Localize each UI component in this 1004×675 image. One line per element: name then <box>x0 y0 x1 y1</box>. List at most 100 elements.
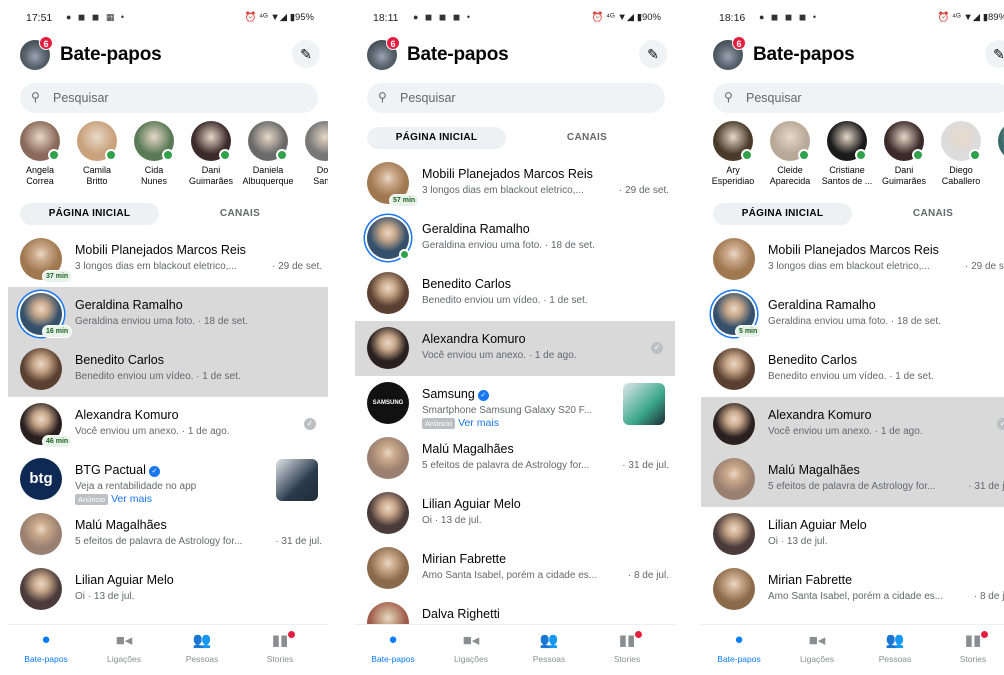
chat-preview: Smartphone Samsung Galaxy S20 F... <box>422 405 593 416</box>
chat-name-text: Alexandra Komuro <box>75 408 179 422</box>
active-contact[interactable]: Dani Guimarães <box>183 121 239 186</box>
chat-row[interactable]: 37 min Mobili Planejados Marcos Reis 3 lon… <box>8 232 328 287</box>
notification-icons: ● ◼ ◼ ◼ • <box>413 12 473 22</box>
chat-row[interactable]: Alexandra Komuro Você enviou um anexo. · … <box>355 321 675 376</box>
chat-preview: 5 efeitos de palavra de Astrology for... <box>422 460 590 471</box>
nav-item-stories[interactable]: ▮▮ Stories <box>245 631 315 664</box>
nav-item-pessoas[interactable]: 👥 Pessoas <box>514 631 584 664</box>
active-contact[interactable]: Daniela Albuquerque <box>240 121 296 186</box>
nav-item-liga-es[interactable]: ■◂ Ligações <box>436 631 506 664</box>
sponsored-row[interactable]: SAMSUNG Samsung ✓ Smartphone Samsung Galaxy… <box>355 376 675 431</box>
new-story-dot <box>635 631 642 638</box>
nav-item-liga-es[interactable]: ■◂ Ligações <box>89 631 159 664</box>
chat-row[interactable]: 46 min Alexandra Komuro Você enviou um ane… <box>8 397 328 452</box>
chat-row[interactable]: Mobili Planejados Marcos Reis 3 longos di… <box>701 232 1004 287</box>
chat-name-text: Mobili Planejados Marcos Reis <box>75 243 246 257</box>
see-more-link[interactable]: Ver mais <box>458 417 499 429</box>
nav-item-bate-papos[interactable]: ● Bate-papos <box>704 631 774 664</box>
compose-button[interactable]: ✎ <box>985 40 1004 68</box>
nav-item-stories[interactable]: ▮▮ Stories <box>592 631 662 664</box>
chat-row[interactable]: Lilian Aguiar Melo Oi · 13 de jul. <box>8 562 328 617</box>
chat-preview: Oi · 13 de jul. <box>75 591 135 602</box>
ad-thumbnail[interactable] <box>276 459 318 501</box>
nav-label: Bate-papos <box>24 654 68 664</box>
tab-canais[interactable]: CANAIS <box>517 127 657 149</box>
nav-item-bate-papos[interactable]: ● Bate-papos <box>11 631 81 664</box>
chat-row[interactable]: 57 min Mobili Planejados Marcos Reis 3 lon… <box>355 156 675 211</box>
page-title: Bate-papos <box>407 44 509 65</box>
contact-avatar <box>134 121 174 161</box>
active-contact[interactable]: Ary Esperidiao <box>705 121 761 186</box>
chat-name: Mirian Fabrette <box>768 573 852 587</box>
chat-row[interactable]: Malú Magalhães 5 efeitos de palavra de As… <box>701 452 1004 507</box>
active-contacts-strip: Ary Esperidiao Cleide Aparecida Cristiane … <box>701 121 1004 201</box>
compose-button[interactable]: ✎ <box>292 40 320 68</box>
active-contact[interactable]: Dou Santo <box>297 121 328 186</box>
contact-name: Dani Guimarães <box>881 165 926 186</box>
sponsored-row[interactable]: btg BTG Pactual ✓ Veja a rentabilidade no a… <box>8 452 328 507</box>
chat-row[interactable]: Benedito Carlos Benedito enviou um vídeo.… <box>701 342 1004 397</box>
people-icon: 👥 <box>192 632 212 649</box>
online-indicator <box>741 149 753 161</box>
tab-canais[interactable]: CANAIS <box>863 203 1003 225</box>
ad-thumbnail[interactable] <box>623 383 665 425</box>
nav-item-pessoas[interactable]: 👥 Pessoas <box>167 631 237 664</box>
active-minutes-badge: 16 min <box>42 325 73 338</box>
chat-avatar: btg <box>20 458 62 500</box>
contact-avatar <box>998 121 1004 161</box>
active-contact[interactable]: Cida Nunes <box>126 121 182 186</box>
chat-date: · 29 de set. <box>271 261 322 272</box>
nav-label: Stories <box>613 654 641 664</box>
tab-pagina-inicial[interactable]: PÁGINA INICIAL <box>20 203 159 225</box>
chat-name-text: Benedito Carlos <box>422 277 511 291</box>
status-time: 17:51 <box>26 12 53 24</box>
chat-row[interactable]: Benedito Carlos Benedito enviou um vídeo.… <box>355 266 675 321</box>
nav-item-stories[interactable]: ▮▮ Stories <box>938 631 1004 664</box>
active-contact[interactable]: Cristiane Santos de ... <box>819 121 875 186</box>
chat-row[interactable]: Geraldina Ramalho Geraldina enviou uma fo… <box>355 211 675 266</box>
search-input[interactable]: ⚲ Pesquisar <box>713 83 1004 113</box>
ad-label: Anúncio <box>75 494 109 505</box>
chat-row[interactable]: Mirian Fabrette Amo Santa Isabel, porém a… <box>701 562 1004 617</box>
chat-preview: 5 efeitos de palavra de Astrology for... <box>75 536 243 547</box>
tab-pagina-inicial[interactable]: PÁGINA INICIAL <box>713 203 852 225</box>
pencil-icon: ✎ <box>647 46 659 62</box>
nav-item-bate-papos[interactable]: ● Bate-papos <box>358 631 428 664</box>
chat-row[interactable]: Alexandra Komuro Você enviou um anexo. · … <box>701 397 1004 452</box>
active-contact[interactable]: E Na <box>990 121 1004 186</box>
ad-label: Anúncio <box>422 418 456 429</box>
search-input[interactable]: ⚲ Pesquisar <box>20 83 318 113</box>
see-more-link[interactable]: Ver mais <box>111 493 152 505</box>
compose-button[interactable]: ✎ <box>639 40 667 68</box>
profile-avatar[interactable]: 6 <box>713 36 746 70</box>
active-contact[interactable]: Camila Britto <box>69 121 125 186</box>
chat-row[interactable]: Lilian Aguiar Melo Oi · 13 de jul. <box>355 486 675 541</box>
chat-row[interactable]: Benedito Carlos Benedito enviou um vídeo.… <box>8 342 328 397</box>
profile-avatar[interactable]: 6 <box>367 36 400 70</box>
chat-row[interactable]: Malú Magalhães 5 efeitos de palavra de As… <box>8 507 328 562</box>
app-header: 6 Bate-papos ✎ <box>8 36 328 76</box>
tab-canais[interactable]: CANAIS <box>170 203 310 225</box>
search-input[interactable]: ⚲ Pesquisar <box>367 83 665 113</box>
chat-row[interactable]: Lilian Aguiar Melo Oi · 13 de jul. <box>701 507 1004 562</box>
chat-avatar <box>367 327 409 369</box>
stories-icon: ▮▮ <box>592 631 662 651</box>
chat-row[interactable]: Malú Magalhães 5 efeitos de palavra de As… <box>355 431 675 486</box>
nav-item-pessoas[interactable]: 👥 Pessoas <box>860 631 930 664</box>
profile-avatar[interactable]: 6 <box>20 36 53 70</box>
chat-avatar <box>20 513 62 555</box>
chat-name-text: Lilian Aguiar Melo <box>422 497 521 511</box>
active-contact[interactable]: Angela Correa <box>12 121 68 186</box>
nav-item-liga-es[interactable]: ■◂ Ligações <box>782 631 852 664</box>
active-contact[interactable]: Cleide Aparecida <box>762 121 818 186</box>
notification-badge: 6 <box>39 36 53 50</box>
chat-row[interactable]: Mirian Fabrette Amo Santa Isabel, porém a… <box>355 541 675 596</box>
chat-date: · 8 de jul. <box>627 570 669 581</box>
tab-pagina-inicial[interactable]: PÁGINA INICIAL <box>367 127 506 149</box>
active-contact[interactable]: Dani Guimarães <box>876 121 932 186</box>
active-contact[interactable]: Diego Caballero <box>933 121 989 186</box>
bottom-nav: ● Bate-papos ■◂ Ligações 👥 Pessoas ▮▮ Stories <box>8 624 328 675</box>
chat-name: Mobili Planejados Marcos Reis <box>75 243 246 257</box>
chat-row[interactable]: 16 min Geraldina Ramalho Geraldina enviou … <box>8 287 328 342</box>
chat-row[interactable]: 5 min Geraldina Ramalho Geraldina enviou u… <box>701 287 1004 342</box>
